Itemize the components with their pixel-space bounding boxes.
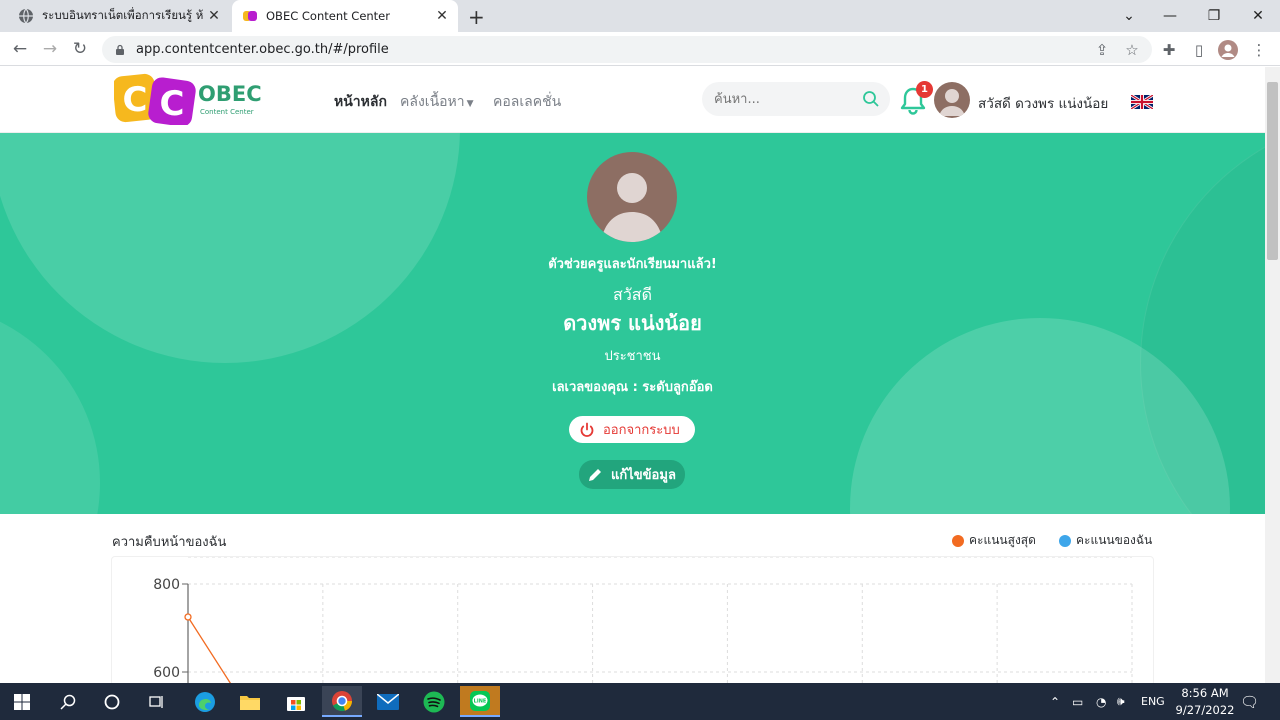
task-view-icon[interactable] — [137, 686, 177, 717]
legend-dot-orange — [952, 534, 964, 547]
svg-text:C: C — [123, 80, 148, 120]
user-name: ดวงพร แน่งน้อย — [563, 311, 702, 335]
windows-taskbar: LINE ⌃ ▭ ◔ 🕪 ENG 8:56 AM 9/27/2022 🗨 — [0, 683, 1280, 720]
file-explorer-icon[interactable] — [230, 686, 270, 717]
logout-button[interactable]: ออกจากระบบ — [569, 416, 695, 443]
hello-text: สวัสดี — [613, 285, 652, 304]
minimize-icon[interactable]: — — [1148, 0, 1192, 32]
url-field[interactable]: app.contentcenter.obec.go.th/#/profile — [102, 36, 1152, 63]
forward-icon[interactable]: → — [39, 38, 61, 60]
legend-my-score[interactable]: คะแนนของฉัน — [1059, 531, 1152, 550]
site-header: C C OBEC Content Center หน้าหลัก คลังเนื… — [0, 67, 1265, 133]
obec-favicon-icon — [243, 11, 257, 21]
menu-kebab-icon[interactable]: ⋮ — [1249, 40, 1269, 60]
wifi-icon[interactable]: ◔ — [1096, 683, 1106, 720]
logo-subtext: Content Center — [200, 108, 254, 116]
data-point-top-score — [184, 613, 192, 621]
tab-title: ระบบอินทราเน็ตเพื่อการเรียนรู้ ห้องเรียน — [42, 8, 204, 22]
clock-time: 8:56 AM — [1181, 686, 1229, 700]
header-avatar[interactable] — [934, 82, 970, 118]
spotify-icon[interactable] — [414, 686, 454, 717]
cortana-icon[interactable] — [92, 686, 132, 717]
tab-title: OBEC Content Center — [266, 9, 390, 23]
user-role: ประชาชน — [604, 349, 661, 364]
browser-tab-obec[interactable]: OBEC Content Center ✕ — [232, 0, 458, 32]
series-line-top-score — [187, 616, 233, 685]
notification-badge: 1 — [916, 81, 933, 98]
reload-icon[interactable]: ↻ — [69, 38, 91, 60]
progress-chart: 800 600 — [111, 556, 1154, 686]
logo-text: OBEC — [198, 82, 262, 106]
notifications-icon[interactable]: 🗨 — [1240, 683, 1259, 720]
search-input[interactable] — [712, 90, 852, 108]
url-text: app.contentcenter.obec.go.th/#/profile — [136, 42, 389, 57]
legend-label: คะแนนสูงสุด — [969, 533, 1036, 547]
page-scrollbar-thumb[interactable] — [1267, 82, 1278, 260]
store-icon[interactable] — [276, 686, 316, 717]
browser-tab-strip: ระบบอินทราเน็ตเพื่อการเรียนรู้ ห้องเรียน… — [0, 0, 1280, 32]
logout-label: ออกจากระบบ — [603, 423, 680, 438]
y-tick-label: 800 — [153, 577, 180, 593]
volume-icon[interactable]: 🕪 — [1117, 683, 1125, 720]
bookmark-star-icon[interactable]: ☆ — [1122, 40, 1142, 60]
chrome-icon[interactable] — [322, 686, 362, 717]
nav-home[interactable]: หน้าหลัก — [334, 91, 387, 113]
profile-hero: ตัวช่วยครูและนักเรียนมาแล้ว! สวัสดี ดวงพ… — [0, 133, 1265, 514]
tagline: ตัวช่วยครูและนักเรียนมาแล้ว! — [548, 257, 717, 272]
share-icon[interactable]: ⇪ — [1092, 40, 1112, 60]
globe-icon — [19, 8, 33, 24]
search-icon[interactable] — [48, 686, 88, 717]
legend-top-score[interactable]: คะแนนสูงสุด — [952, 531, 1036, 550]
address-toolbar: ← → ↻ app.contentcenter.obec.go.th/#/pro… — [0, 32, 1280, 66]
line-icon[interactable]: LINE — [460, 686, 500, 717]
caret-down-icon: ▼ — [466, 99, 474, 109]
side-panel-icon[interactable]: ▯ — [1189, 40, 1209, 60]
battery-icon[interactable]: ▭ — [1072, 683, 1083, 720]
browser-tab-intranet[interactable]: ระบบอินทราเน็ตเพื่อการเรียนรู้ ห้องเรียน… — [8, 0, 230, 32]
legend-label: คะแนนของฉัน — [1076, 533, 1153, 547]
extensions-icon[interactable]: ✚ — [1159, 40, 1179, 60]
nav-collections[interactable]: คอลเลคชั่น — [493, 91, 561, 113]
search-box — [702, 82, 890, 116]
tab-close-icon[interactable]: ✕ — [204, 8, 224, 24]
power-icon — [580, 422, 594, 437]
progress-title: ความคืบหน้าของฉัน — [112, 535, 227, 550]
new-tab-icon[interactable]: + — [468, 5, 485, 29]
profile-avatar-icon[interactable] — [1218, 40, 1238, 60]
nav-content-library-label: คลังเนื้อหา — [400, 94, 465, 110]
edit-label: แก้ไขข้อมูล — [611, 468, 676, 483]
taskbar-clock[interactable]: 8:56 AM 9/27/2022 — [1170, 685, 1240, 719]
maximize-icon[interactable]: ❐ — [1192, 0, 1236, 32]
user-greeting[interactable]: สวัสดี ดวงพร แน่งน้อย — [978, 92, 1108, 114]
svg-text:C: C — [160, 84, 185, 124]
legend-dot-blue — [1059, 534, 1071, 547]
tray-chevron-icon[interactable]: ⌃ — [1050, 683, 1060, 720]
y-tick-label: 600 — [153, 665, 180, 681]
search-icon[interactable] — [862, 90, 880, 108]
back-icon[interactable]: ← — [9, 38, 31, 60]
windows-start-icon[interactable] — [2, 686, 42, 717]
tab-search-chevron-icon[interactable]: ⌄ — [1107, 0, 1151, 32]
progress-chart-svg: 800 600 — [153, 557, 1133, 685]
user-level: เลเวลของคุณ : ระดับลูกอ๊อด — [552, 380, 713, 395]
mail-icon[interactable] — [368, 686, 408, 717]
edit-profile-button[interactable]: แก้ไขข้อมูล — [579, 460, 685, 489]
tab-close-icon[interactable]: ✕ — [432, 8, 452, 24]
uk-flag-icon[interactable] — [1131, 95, 1153, 109]
nav-content-library[interactable]: คลังเนื้อหา ▼ — [400, 91, 474, 113]
svg-text:LINE: LINE — [474, 698, 487, 704]
lock-icon — [116, 44, 124, 55]
profile-avatar — [587, 152, 677, 242]
close-window-icon[interactable]: ✕ — [1236, 0, 1280, 32]
language-indicator[interactable]: ENG — [1141, 683, 1165, 720]
edge-icon[interactable] — [185, 686, 225, 717]
pencil-icon — [589, 468, 601, 481]
clock-date: 9/27/2022 — [1175, 703, 1235, 717]
